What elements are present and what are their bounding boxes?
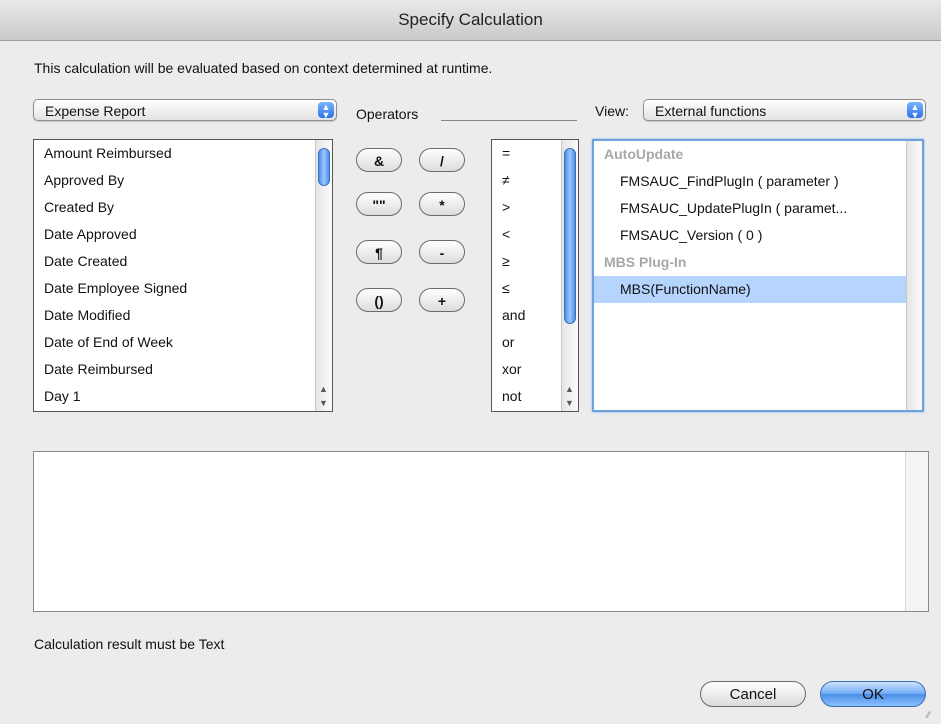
table-popup[interactable]: Expense Report ▲ ▼: [33, 99, 337, 121]
scroll-up-arrow-icon[interactable]: ▲: [565, 384, 574, 394]
view-popup[interactable]: External functions ▲ ▼: [643, 99, 926, 121]
field-list-scrollbar[interactable]: ▲ ▼: [315, 140, 332, 411]
view-label: View:: [595, 103, 629, 119]
calculation-editor[interactable]: [33, 451, 929, 612]
operator-list-scrollbar[interactable]: ▲ ▼: [561, 140, 578, 411]
list-item[interactable]: Date of End of Week: [34, 329, 332, 356]
description-text: This calculation will be evaluated based…: [34, 60, 493, 76]
operator-button-subtract[interactable]: -: [419, 240, 465, 264]
table-popup-value: Expense Report: [45, 103, 146, 119]
scroll-down-arrow-icon[interactable]: ▼: [565, 398, 574, 408]
view-popup-value: External functions: [655, 103, 767, 119]
operator-button-divide[interactable]: /: [419, 148, 465, 172]
function-list[interactable]: AutoUpdate FMSAUC_FindPlugIn ( parameter…: [592, 139, 924, 412]
scroll-thumb[interactable]: [564, 148, 576, 324]
list-item[interactable]: Date Approved: [34, 221, 332, 248]
operator-button-pilcrow[interactable]: ¶: [356, 240, 402, 264]
function-group-header: AutoUpdate: [604, 146, 684, 162]
scroll-down-arrow-icon[interactable]: ▼: [319, 398, 328, 408]
operator-button-parentheses[interactable]: (): [356, 288, 402, 312]
updown-arrows-icon: ▲ ▼: [907, 102, 923, 120]
result-type-note: Calculation result must be Text: [34, 636, 225, 652]
operator-button-concat[interactable]: &: [356, 148, 402, 172]
function-item[interactable]: FMSAUC_UpdatePlugIn ( paramet...: [594, 195, 922, 222]
window-title: Specify Calculation: [0, 0, 941, 41]
operator-button-multiply[interactable]: *: [419, 192, 465, 216]
operator-button-quotes[interactable]: "": [356, 192, 402, 216]
list-item[interactable]: Day 1: [34, 383, 332, 410]
list-item[interactable]: Date Created: [34, 248, 332, 275]
function-item[interactable]: FMSAUC_Version ( 0 ): [594, 222, 922, 249]
scroll-thumb[interactable]: [318, 148, 330, 186]
function-group-header: MBS Plug-In: [604, 254, 687, 270]
list-item[interactable]: Amount Reimbursed: [34, 140, 332, 167]
ok-button[interactable]: OK: [820, 681, 926, 707]
operator-button-add[interactable]: +: [419, 288, 465, 312]
updown-arrows-icon: ▲ ▼: [318, 102, 334, 120]
operator-list[interactable]: = ≠ > < ≥ ≤ and or xor not ▲ ▼: [491, 139, 579, 412]
function-list-scrollbar[interactable]: [906, 141, 922, 410]
cancel-button[interactable]: Cancel: [700, 681, 806, 707]
resize-grip-icon[interactable]: ⁄⁄: [927, 710, 937, 720]
scroll-up-arrow-icon[interactable]: ▲: [319, 384, 328, 394]
list-item[interactable]: Date Reimbursed: [34, 356, 332, 383]
editor-scrollbar[interactable]: [905, 452, 928, 611]
list-item[interactable]: Date Modified: [34, 302, 332, 329]
list-item[interactable]: Date Employee Signed: [34, 275, 332, 302]
operators-divider: [441, 120, 577, 121]
function-item-selected[interactable]: MBS(FunctionName): [594, 276, 922, 303]
operators-label: Operators: [356, 106, 419, 122]
list-item[interactable]: Created By: [34, 194, 332, 221]
field-list[interactable]: Amount Reimbursed Approved By Created By…: [33, 139, 333, 412]
list-item[interactable]: Approved By: [34, 167, 332, 194]
function-item[interactable]: FMSAUC_FindPlugIn ( parameter ): [594, 168, 922, 195]
